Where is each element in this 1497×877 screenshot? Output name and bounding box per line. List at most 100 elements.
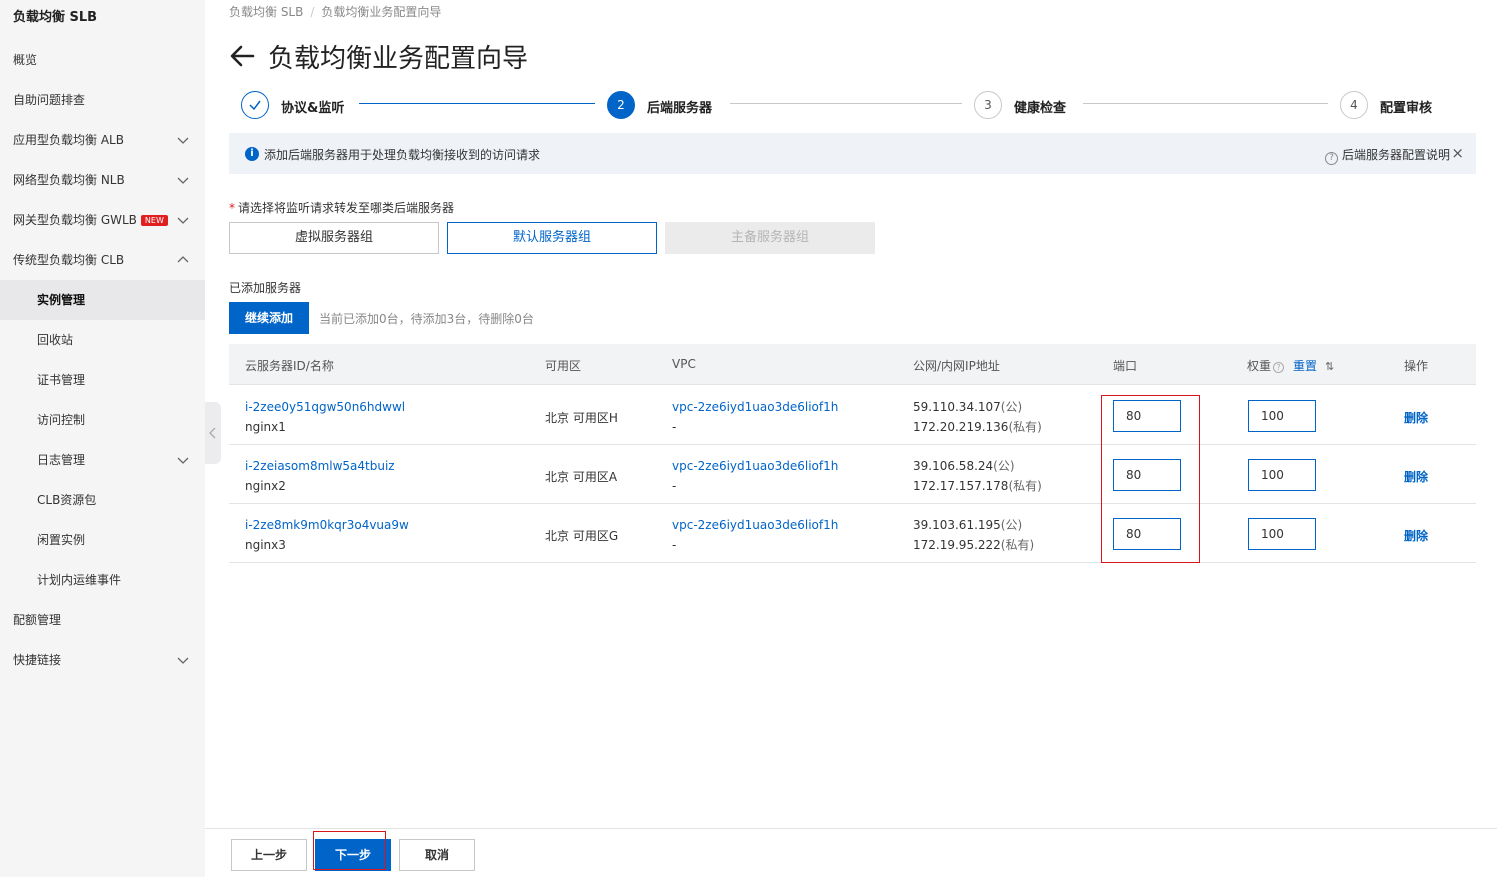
sidebar-item-clb[interactable]: 传统型负载均衡 CLB — [0, 240, 205, 280]
sidebar-item-troubleshoot[interactable]: 自助问题排查 — [0, 80, 205, 120]
delete-link[interactable]: 删除 — [1404, 468, 1428, 485]
sidebar-item-idle-instances[interactable]: 闲置实例 — [0, 520, 205, 560]
sidebar-item-certificates[interactable]: 证书管理 — [0, 360, 205, 400]
sidebar-item-access-control[interactable]: 访问控制 — [0, 400, 205, 440]
step-connector — [359, 103, 595, 104]
private-ip-value: 172.20.219.136 — [913, 420, 1009, 434]
breadcrumb: 负载均衡 SLB / 负载均衡业务配置向导 — [229, 3, 441, 20]
public-ip-tag: (公) — [1000, 518, 1023, 532]
step-connector — [730, 103, 962, 104]
sidebar-item-quick-links[interactable]: 快捷链接 — [0, 640, 205, 680]
continue-add-button[interactable]: 继续添加 — [229, 302, 309, 334]
sidebar-item-clb-packages[interactable]: CLB资源包 — [0, 480, 205, 520]
server-name: nginx3 — [245, 538, 286, 552]
zone: 北京 可用区H — [545, 411, 618, 425]
weight-header-label: 权重 — [1247, 359, 1272, 373]
next-step-button[interactable]: 下一步 — [315, 839, 391, 871]
zone: 北京 可用区G — [545, 529, 619, 543]
server-id-link[interactable]: i-2zee0y51qgw50n6hdwwl — [245, 400, 405, 414]
sidebar-item-label: CLB资源包 — [37, 493, 97, 507]
table-row: i-2zeiasom8mlw5a4tbuiz nginx2 北京 可用区A vp… — [229, 445, 1476, 504]
sidebar-item-label: 计划内运维事件 — [37, 573, 122, 587]
vpc-link[interactable]: vpc-2ze6iyd1uao3de6liof1h — [672, 459, 838, 473]
option-virtual-server-group[interactable]: 虚拟服务器组 — [229, 222, 439, 254]
public-ip-value: 39.103.61.195 — [913, 518, 1001, 532]
weight-input[interactable]: 100 — [1248, 518, 1316, 550]
help-link[interactable]: ? 后端服务器配置说明 — [1324, 146, 1450, 165]
sidebar-item-label: 回收站 — [37, 333, 74, 347]
public-ip-value: 39.106.58.24 — [913, 459, 994, 473]
sidebar-item-label: 配额管理 — [13, 613, 62, 627]
added-servers-label: 已添加服务器 — [229, 281, 302, 295]
vpc-link[interactable]: vpc-2ze6iyd1uao3de6liof1h — [672, 400, 838, 414]
sidebar-item-alb[interactable]: 应用型负载均衡 ALB — [0, 120, 205, 160]
sidebar-title: 负载均衡 SLB — [13, 10, 98, 25]
sidebar-item-label: 网络型负载均衡 NLB — [13, 173, 125, 187]
question-icon[interactable]: ? — [1273, 362, 1285, 373]
private-ip-value: 172.17.157.178 — [913, 479, 1009, 493]
server-type-label-text: 请选择将监听请求转发至哪类后端服务器 — [238, 201, 455, 215]
breadcrumb-item-current: 负载均衡业务配置向导 — [321, 5, 442, 19]
sidebar-collapse-handle[interactable] — [205, 402, 221, 464]
sidebar-item-logs[interactable]: 日志管理 — [0, 440, 205, 480]
sidebar-item-overview[interactable]: 概览 — [0, 40, 205, 80]
server-name: nginx2 — [245, 479, 286, 493]
delete-link[interactable]: 删除 — [1404, 527, 1428, 544]
sidebar-item-quota[interactable]: 配额管理 — [0, 600, 205, 640]
column-header-vpc: VPC — [672, 357, 696, 371]
private-ip: 172.17.157.178(私有) — [913, 477, 1042, 494]
step-3: 3 — [974, 91, 1002, 119]
server-id-link[interactable]: i-2zeiasom8mlw5a4tbuiz — [245, 459, 395, 473]
sidebar-item-label: 快捷链接 — [13, 653, 62, 667]
step-label: 健康检查 — [1014, 101, 1067, 116]
vpc-link[interactable]: vpc-2ze6iyd1uao3de6liof1h — [672, 518, 838, 532]
close-icon[interactable]: × — [1451, 144, 1464, 162]
port-input[interactable]: 80 — [1113, 400, 1181, 432]
port-input[interactable]: 80 — [1113, 518, 1181, 550]
sidebar-item-label: 概览 — [13, 53, 38, 67]
sidebar-item-nlb[interactable]: 网络型负载均衡 NLB — [0, 160, 205, 200]
private-ip: 172.19.95.222(私有) — [913, 536, 1034, 553]
sort-icon[interactable]: ⇅ — [1325, 360, 1334, 373]
step-label: 协议&监听 — [281, 101, 345, 116]
weight-input[interactable]: 100 — [1248, 459, 1316, 491]
chevron-down-icon — [177, 177, 189, 184]
sidebar-item-gwlb[interactable]: 网关型负载均衡 GWLB NEW — [0, 200, 205, 240]
chevron-down-icon — [177, 457, 189, 464]
help-link-label: 后端服务器配置说明 — [1341, 148, 1450, 162]
step-2-active: 2 — [607, 91, 635, 119]
sidebar-item-label: 闲置实例 — [37, 533, 86, 547]
column-header-id: 云服务器ID/名称 — [245, 359, 334, 373]
column-header-weight: 权重? 重置 ⇅ — [1247, 357, 1334, 374]
sidebar-item-instances[interactable]: 实例管理 — [0, 280, 205, 320]
previous-step-button[interactable]: 上一步 — [231, 839, 307, 871]
weight-input[interactable]: 100 — [1248, 400, 1316, 432]
column-header-ip: 公网/内网IP地址 — [913, 359, 1000, 373]
cancel-button[interactable]: 取消 — [399, 839, 475, 871]
sidebar-item-maintenance-events[interactable]: 计划内运维事件 — [0, 560, 205, 600]
port-input[interactable]: 80 — [1113, 459, 1181, 491]
breadcrumb-item-slb[interactable]: 负载均衡 SLB — [229, 5, 303, 19]
delete-link[interactable]: 删除 — [1404, 409, 1428, 426]
chevron-down-icon — [177, 657, 189, 664]
server-type-label: * 请选择将监听请求转发至哪类后端服务器 — [229, 199, 454, 216]
back-arrow-icon[interactable] — [229, 44, 255, 68]
table-row: i-2zee0y51qgw50n6hdwwl nginx1 北京 可用区H vp… — [229, 386, 1476, 445]
chevron-left-icon — [209, 427, 216, 439]
sidebar-item-label: 实例管理 — [37, 293, 86, 307]
public-ip: 39.106.58.24(公) — [913, 457, 1015, 474]
option-primary-backup-server-group: 主备服务器组 — [665, 222, 875, 254]
option-default-server-group[interactable]: 默认服务器组 — [447, 222, 657, 254]
server-id-link[interactable]: i-2ze8mk9m0kqr3o4vua9w — [245, 518, 409, 532]
sidebar-item-label: 传统型负载均衡 CLB — [13, 253, 125, 267]
reset-weight-link[interactable]: 重置 — [1293, 359, 1317, 373]
breadcrumb-separator: / — [310, 5, 315, 19]
sidebar-item-label: 应用型负载均衡 ALB — [13, 133, 124, 147]
step-4: 4 — [1340, 91, 1368, 119]
private-ip: 172.20.219.136(私有) — [913, 418, 1042, 435]
sidebar-item-recycle-bin[interactable]: 回收站 — [0, 320, 205, 360]
public-ip: 39.103.61.195(公) — [913, 516, 1022, 533]
sidebar-item-label: 自助问题排查 — [13, 93, 86, 107]
table-row: i-2ze8mk9m0kqr3o4vua9w nginx3 北京 可用区G vp… — [229, 504, 1476, 563]
sidebar-item-label: 访问控制 — [37, 413, 86, 427]
